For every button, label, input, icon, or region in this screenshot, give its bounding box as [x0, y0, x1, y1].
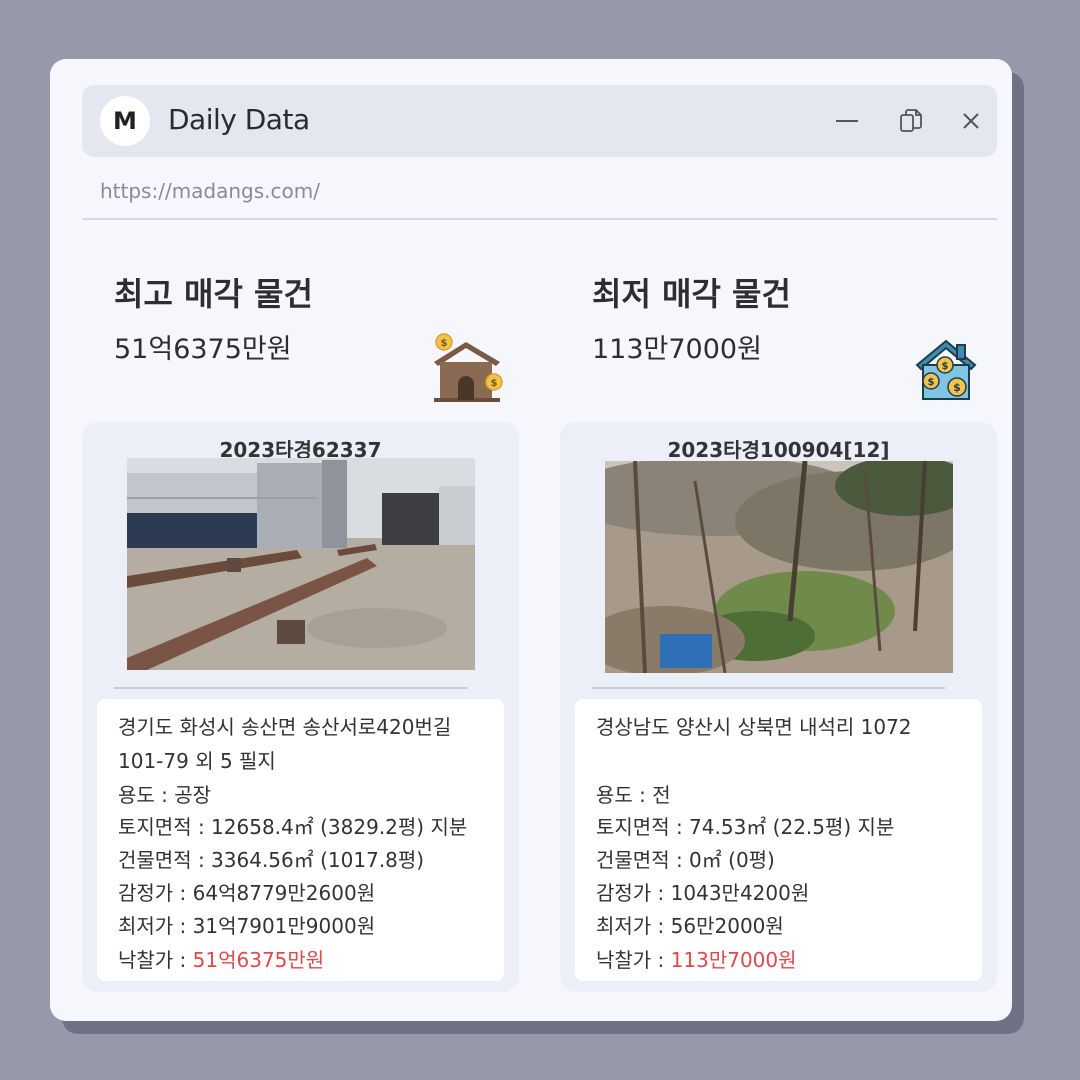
winning-bid-label: 낙찰가 :	[596, 948, 671, 972]
winning-bid-value: 113만7000원	[670, 948, 797, 972]
house-with-coins-icon: $ $	[434, 333, 503, 402]
title-bar: M Daily Data	[82, 85, 997, 157]
svg-text:$: $	[928, 377, 935, 388]
app-window: M Daily Data https://madangs.com/ 최고 매각 …	[50, 59, 1012, 1021]
close-icon	[963, 113, 979, 129]
minimum-price-text: 최저가 : 56만2000원	[596, 914, 784, 938]
svg-text:$: $	[942, 361, 949, 372]
close-button[interactable]	[955, 105, 987, 137]
forest-land-photo	[605, 461, 953, 673]
land-area-text: 토지면적 : 12658.4㎡ (3829.2평) 지분	[118, 815, 468, 839]
house-with-dollar-coins-icon: $ $ $	[915, 339, 977, 400]
lowest-details: 경상남도 양산시 상북면 내석리 1072 용도 : 전 토지면적 : 74.5…	[575, 699, 982, 981]
building-area-text: 건물면적 : 0㎡ (0평)	[596, 848, 775, 872]
highest-heading: 최고 매각 물건	[114, 275, 313, 313]
lowest-price: 113만7000원	[592, 334, 762, 365]
building-area-text: 건물면적 : 3364.56㎡ (1017.8평)	[118, 848, 425, 872]
app-title: Daily Data	[168, 103, 310, 136]
winning-bid-row: 낙찰가 : 51억6375만원	[118, 944, 324, 973]
app-logo: M	[100, 96, 150, 146]
lowest-property-card[interactable]: 2023타경100904[12] 경상남도 양산시 상북면 내석리 1072 용…	[560, 422, 997, 992]
land-area-text: 토지면적 : 74.53㎡ (22.5평) 지분	[596, 815, 895, 839]
card-divider	[592, 687, 945, 689]
minimize-icon	[836, 120, 858, 122]
svg-text:$: $	[441, 338, 448, 349]
card-divider	[114, 687, 467, 689]
appraisal-price-text: 감정가 : 1043만4200원	[596, 881, 810, 905]
minimum-price-text: 최저가 : 31억7901만9000원	[118, 914, 376, 938]
highest-details: 경기도 화성시 송산면 송산서로420번길 101-79 외 5 필지 용도 :…	[97, 699, 504, 981]
highest-price: 51억6375만원	[114, 334, 292, 365]
address-line-2: 101-79 외 5 필지	[118, 749, 276, 773]
lowest-heading: 최저 매각 물건	[592, 275, 791, 313]
winning-bid-row: 낙찰가 : 113만7000원	[596, 944, 797, 973]
lowest-case-number: 2023타경100904[12]	[667, 438, 890, 462]
winning-bid-value: 51억6375만원	[192, 948, 325, 972]
winning-bid-label: 낙찰가 :	[118, 948, 193, 972]
usage-text: 용도 : 전	[596, 783, 671, 807]
copy-button[interactable]	[895, 105, 927, 137]
svg-text:$: $	[491, 378, 498, 389]
appraisal-price-text: 감정가 : 64억8779만2600원	[118, 881, 376, 905]
usage-text: 용도 : 공장	[118, 783, 212, 807]
highest-property-card[interactable]: 2023타경62337 경기도 화성시 송산면 송산서로420번길 101-79…	[82, 422, 519, 992]
address-line-1: 경기도 화성시 송산면 송산서로420번길	[118, 715, 452, 739]
minimize-button[interactable]	[831, 105, 863, 137]
url-text[interactable]: https://madangs.com/	[100, 179, 320, 203]
logo-letter: M	[113, 107, 137, 135]
address-line-1: 경상남도 양산시 상북면 내석리 1072	[596, 715, 912, 739]
header-divider	[82, 218, 997, 220]
svg-text:$: $	[953, 381, 961, 394]
factory-yard-photo	[127, 458, 475, 670]
copy-icon	[900, 109, 922, 132]
